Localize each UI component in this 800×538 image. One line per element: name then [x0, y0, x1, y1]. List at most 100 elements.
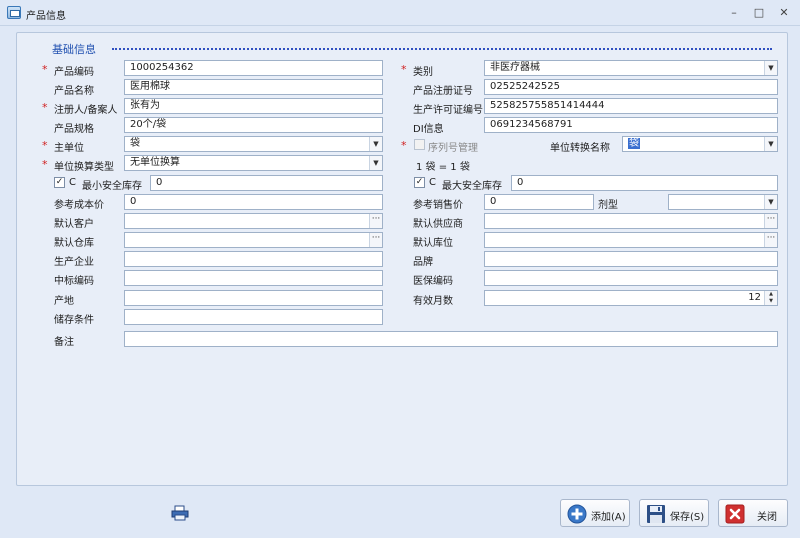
bid-code-label: 中标编码 — [54, 276, 94, 287]
unit-conversion-name-label: 单位转换名称 — [550, 143, 610, 154]
product-code-label: 产品编码 — [54, 67, 94, 78]
min-stock-input[interactable]: 0 — [150, 175, 383, 191]
ref-cost-label: 参考成本价 — [54, 200, 104, 211]
floppy-disk-icon — [647, 505, 665, 523]
med-insurance-code-label: 医保编码 — [413, 276, 453, 287]
min-stock-flag: C — [69, 177, 76, 188]
required-marker: * — [42, 139, 48, 152]
maximize-button[interactable]: □ — [750, 5, 768, 21]
window-title: 产品信息 — [26, 11, 66, 22]
default-warehouse-input[interactable]: ··· — [124, 232, 383, 248]
default-location-label: 默认库位 — [413, 238, 453, 249]
required-marker: * — [42, 63, 48, 76]
max-stock-input[interactable]: 0 — [511, 175, 778, 191]
add-button[interactable]: 添加(A) — [560, 499, 630, 527]
close-window-button[interactable]: ✕ — [775, 5, 793, 21]
di-info-input[interactable]: 0691234568791 — [484, 117, 778, 133]
unit-conversion-type-select[interactable]: 无单位换算 ▼ — [124, 155, 383, 171]
save-button[interactable]: 保存(S) — [639, 499, 709, 527]
product-name-label: 产品名称 — [54, 86, 94, 97]
bid-code-input[interactable] — [124, 270, 383, 286]
section-divider — [112, 48, 772, 50]
minimize-button[interactable]: – — [725, 5, 743, 21]
min-stock-label: 最小安全库存 — [82, 181, 142, 192]
ellipsis-icon[interactable]: ··· — [369, 214, 382, 228]
dosage-form-select[interactable]: ▼ — [668, 194, 778, 210]
origin-label: 产地 — [54, 296, 74, 307]
spin-down-icon[interactable]: ▼ — [765, 298, 777, 305]
serial-number-checkbox[interactable] — [414, 139, 425, 150]
max-stock-flag: C — [429, 177, 436, 188]
registration-cert-input[interactable]: 02525242525 — [484, 79, 778, 95]
required-marker: * — [401, 139, 407, 152]
brand-input[interactable] — [484, 251, 778, 267]
spec-label: 产品规格 — [54, 124, 94, 135]
default-warehouse-label: 默认仓库 — [54, 238, 94, 249]
title-bar: 产品信息 – □ ✕ — [0, 0, 800, 26]
unit-conversion-name-select[interactable]: 袋 ▼ — [622, 136, 778, 152]
default-supplier-input[interactable]: ··· — [484, 213, 778, 229]
chevron-down-icon[interactable]: ▼ — [369, 156, 382, 170]
close-button-label: 关闭 — [757, 512, 777, 523]
manufacturer-input[interactable] — [124, 251, 383, 267]
remark-label: 备注 — [54, 337, 74, 348]
printer-icon[interactable] — [171, 505, 189, 521]
save-button-label: 保存(S) — [670, 512, 705, 523]
conversion-formula: 1 袋 = 1 袋 — [416, 162, 470, 173]
med-insurance-code-input[interactable] — [484, 270, 778, 286]
app-window-icon — [7, 6, 21, 19]
valid-months-spinner[interactable]: 12 ▲ ▼ — [484, 290, 778, 306]
ref-price-input[interactable]: 0 — [484, 194, 594, 210]
ref-price-label: 参考销售价 — [413, 200, 463, 211]
main-unit-label: 主单位 — [54, 143, 84, 154]
ellipsis-icon[interactable]: ··· — [764, 214, 777, 228]
origin-input[interactable] — [124, 290, 383, 306]
unit-conversion-type-label: 单位换算类型 — [54, 162, 114, 173]
registration-cert-label: 产品注册证号 — [413, 86, 473, 97]
brand-label: 品牌 — [413, 257, 433, 268]
plus-circle-icon — [567, 504, 587, 524]
unit-conversion-type-value: 无单位换算 — [130, 157, 180, 168]
manufacturer-label: 生产企业 — [54, 257, 94, 268]
default-supplier-label: 默认供应商 — [413, 219, 463, 230]
main-unit-value: 袋 — [130, 138, 140, 149]
spec-input[interactable]: 20个/袋 — [124, 117, 383, 133]
storage-label: 储存条件 — [54, 315, 94, 326]
chevron-down-icon[interactable]: ▼ — [764, 61, 777, 75]
registrant-input[interactable]: 张有为 — [124, 98, 383, 114]
remark-input[interactable] — [124, 331, 778, 347]
unit-conversion-name-value: 袋 — [628, 138, 640, 149]
valid-months-label: 有效月数 — [413, 296, 453, 307]
ellipsis-icon[interactable]: ··· — [764, 233, 777, 247]
max-stock-label: 最大安全库存 — [442, 181, 502, 192]
main-unit-select[interactable]: 袋 ▼ — [124, 136, 383, 152]
category-select[interactable]: 非医疗器械 ▼ — [484, 60, 778, 76]
default-location-input[interactable]: ··· — [484, 232, 778, 248]
ellipsis-icon[interactable]: ··· — [369, 233, 382, 247]
chevron-down-icon[interactable]: ▼ — [764, 137, 777, 151]
min-stock-checkbox[interactable]: ✓ — [54, 177, 65, 188]
chevron-down-icon[interactable]: ▼ — [764, 195, 777, 209]
production-license-label: 生产许可证编号 — [413, 105, 483, 116]
required-marker: * — [401, 63, 407, 76]
valid-months-value: 12 — [748, 292, 761, 303]
serial-number-label: 序列号管理 — [428, 143, 478, 154]
spin-buttons[interactable]: ▲ ▼ — [764, 291, 777, 305]
category-label: 类别 — [413, 67, 433, 78]
spin-up-icon[interactable]: ▲ — [765, 291, 777, 298]
product-name-input[interactable]: 医用棉球 — [124, 79, 383, 95]
production-license-input[interactable]: 525825755851414444 — [484, 98, 778, 114]
close-button[interactable]: 关闭 — [718, 499, 788, 527]
required-marker: * — [42, 158, 48, 171]
default-customer-label: 默认客户 — [54, 219, 94, 230]
di-info-label: DI信息 — [413, 124, 444, 135]
product-code-input[interactable]: 1000254362 — [124, 60, 383, 76]
section-title: 基础信息 — [52, 43, 96, 56]
dosage-form-label: 剂型 — [598, 200, 618, 211]
default-customer-input[interactable]: ··· — [124, 213, 383, 229]
ref-cost-input[interactable]: 0 — [124, 194, 383, 210]
max-stock-checkbox[interactable]: ✓ — [414, 177, 425, 188]
storage-input[interactable] — [124, 309, 383, 325]
chevron-down-icon[interactable]: ▼ — [369, 137, 382, 151]
registrant-label: 注册人/备案人 — [54, 105, 118, 116]
